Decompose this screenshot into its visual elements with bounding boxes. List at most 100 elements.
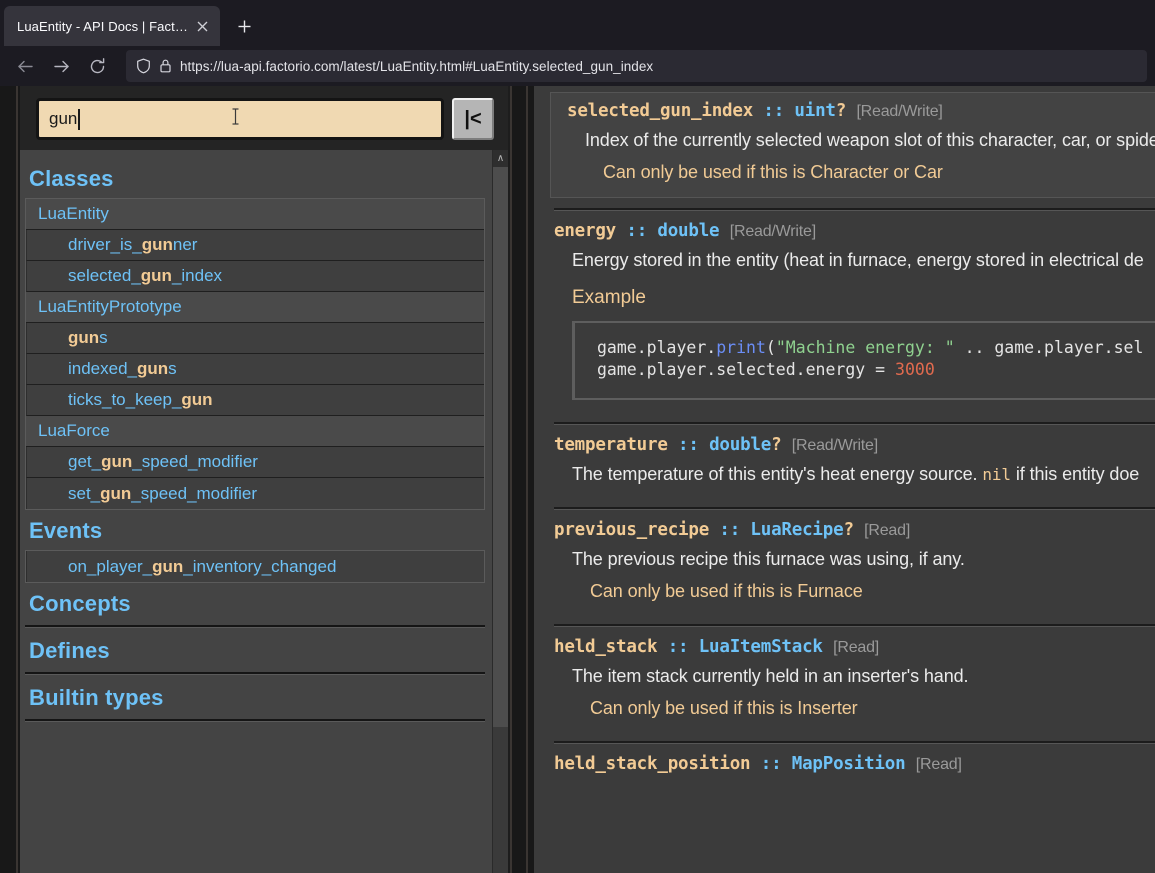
row-text-pre: LuaEntityPrototype — [38, 297, 182, 316]
property-colons: :: — [760, 753, 782, 774]
row-text-pre: set_ — [68, 483, 101, 503]
property-name: selected_gun_index — [567, 101, 754, 121]
property-signature: held_stack :: LuaItemStack [Read] — [554, 637, 1155, 657]
row-text-match: gun — [101, 452, 133, 471]
row-text-post: ner — [172, 235, 198, 254]
example-code-block: game.player.print("Machine energy: " .. … — [572, 321, 1155, 400]
search-results-area: Classes LuaEntity driver_is_ gun ner selected… — [20, 150, 508, 873]
description-code-token: nil — [982, 464, 1011, 484]
sidebar-class-row[interactable]: LuaEntityPrototype — [26, 292, 484, 323]
property-entry: previous_recipe :: LuaRecipe? [Read]The … — [554, 510, 1155, 614]
tab-title: LuaEntity - API Docs | Factorio — [17, 18, 190, 34]
property-signature: selected_gun_index :: uint? [Read/Write] — [567, 101, 1155, 121]
property-name: energy — [554, 221, 617, 241]
row-text-pre: selected_ — [68, 266, 141, 285]
scrollbar-thumb[interactable] — [493, 167, 508, 727]
back-arrow-icon[interactable] — [8, 50, 42, 82]
sidebar-section-title: Concepts — [29, 591, 131, 616]
code-function: print — [716, 338, 766, 357]
tab-strip: LuaEntity - API Docs | Factorio — [0, 0, 1155, 46]
property-type-link[interactable]: MapPosition — [792, 754, 906, 774]
main-region: selected_gun_index :: uint? [Read/Write]… — [522, 86, 1155, 873]
property-optional-marker: ? — [835, 101, 847, 121]
lock-icon[interactable] — [159, 58, 172, 74]
row-text-match: gun — [140, 266, 172, 285]
property-description: The previous recipe this furnace was usi… — [572, 548, 965, 569]
property-description: The temperature of this entity's heat en… — [572, 464, 1155, 485]
forward-arrow-icon[interactable] — [44, 50, 78, 82]
property-type-link[interactable]: double — [709, 435, 771, 455]
row-text-post: _speed_modifier — [132, 452, 258, 471]
description-text-after: if this entity doe — [1010, 463, 1140, 484]
property-name: held_stack — [554, 636, 658, 657]
url-bar[interactable]: https://lua-api.factorio.com/latest/LuaE… — [126, 50, 1147, 82]
property-access-badge: [Read/Write] — [729, 223, 816, 240]
text-cursor-icon — [231, 107, 240, 131]
property-usage-note: Can only be used if this is Character or… — [603, 162, 943, 182]
search-input[interactable]: gun — [36, 98, 444, 140]
property-signature: energy :: double [Read/Write] — [554, 221, 1155, 241]
sidebar-section-title: Events — [29, 518, 103, 543]
property-access-badge: [Read] — [864, 521, 911, 539]
property-entry: selected_gun_index :: uint? [Read/Write]… — [550, 92, 1155, 198]
sidebar-member-row[interactable]: ticks_to_keep_ gun — [26, 385, 484, 416]
page-viewport: gun |< Classes LuaEntity driver_is_ gun ner s… — [0, 86, 1155, 873]
property-colons: :: — [763, 101, 785, 121]
sidebar-member-row[interactable]: driver_is_ gun ner — [26, 230, 484, 261]
shield-icon[interactable] — [136, 58, 151, 74]
scroll-up-icon[interactable]: ∧ — [492, 150, 508, 167]
sidebar-member-row[interactable]: indexed_ gun s — [26, 354, 484, 385]
row-text-post: _speed_modifier — [131, 483, 257, 503]
row-text-pre: LuaEntity — [38, 204, 109, 223]
sidebar-section-title: Classes — [29, 166, 114, 191]
sidebar-scrollbar[interactable]: ∧ — [492, 150, 508, 873]
row-text-pre: get_ — [68, 452, 102, 471]
description-text-before: The temperature of this entity's heat en… — [572, 463, 983, 484]
property-access-badge: [Read] — [833, 638, 880, 656]
property-usage-note: Can only be used if this is Inserter — [590, 697, 858, 718]
sidebar-class-row[interactable]: LuaForce — [26, 416, 484, 447]
sidebar-member-row[interactable]: get_ gun _speed_modifier — [26, 447, 484, 478]
sidebar-member-row[interactable]: gun s — [26, 323, 484, 354]
property-access-badge: [Read] — [915, 755, 962, 773]
row-text-match: gun — [137, 359, 169, 378]
close-icon[interactable] — [190, 14, 214, 38]
search-input-value: gun — [49, 109, 78, 128]
property-list: selected_gun_index :: uint? [Read/Write]… — [534, 86, 1155, 786]
text-caret — [78, 108, 81, 130]
property-entry: temperature :: double? [Read/Write] The t… — [554, 425, 1155, 497]
property-type-link[interactable]: LuaItemStack — [699, 637, 823, 657]
property-description: Index of the currently selected weapon s… — [585, 130, 1155, 150]
sidebar-member-row[interactable]: selected_ gun _index — [26, 261, 484, 292]
sidebar-member-row[interactable]: on_player_ gun _inventory_changed — [26, 551, 484, 582]
browser-tab[interactable]: LuaEntity - API Docs | Factorio — [4, 6, 220, 46]
row-text-post: _index — [171, 266, 223, 285]
property-signature: held_stack_position :: MapPosition [Read… — [554, 754, 1155, 774]
row-text-match: gun — [152, 556, 184, 576]
property-type-link[interactable]: double — [657, 221, 719, 241]
main-content: selected_gun_index :: uint? [Read/Write]… — [534, 86, 1155, 873]
property-usage-note: Can only be used if this is Furnace — [590, 580, 863, 601]
new-tab-button[interactable] — [227, 9, 261, 43]
row-text-post: _inventory_changed — [183, 556, 337, 576]
property-name: temperature — [554, 434, 668, 455]
navigation-toolbar: https://lua-api.factorio.com/latest/LuaE… — [0, 46, 1155, 86]
property-access-badge: [Read/Write] — [791, 436, 878, 454]
row-text-pre: on_player_ — [68, 556, 153, 576]
row-text-post: s — [168, 359, 177, 378]
sidebar-region: gun |< Classes LuaEntity driver_is_ gun ner s… — [0, 86, 522, 873]
row-text-post: s — [99, 328, 108, 347]
property-entry: energy :: double [Read/Write] Energy stor… — [554, 211, 1155, 412]
property-signature: previous_recipe :: LuaRecipe? [Read] — [554, 520, 1155, 540]
property-optional-marker: ? — [843, 519, 854, 540]
property-type-link[interactable]: LuaRecipe — [750, 520, 843, 540]
collapse-sidebar-button[interactable]: |< — [452, 98, 494, 140]
row-text-match: gun — [181, 390, 213, 409]
row-text-match: gun — [68, 328, 100, 347]
sidebar-member-row[interactable]: set_ gun _speed_modifier — [26, 478, 484, 509]
row-text-pre: indexed_ — [68, 359, 138, 378]
example-label: Example — [572, 287, 646, 308]
property-type-link[interactable]: uint — [794, 101, 836, 121]
reload-icon[interactable] — [80, 50, 114, 82]
sidebar-class-row[interactable]: LuaEntity — [26, 199, 484, 230]
